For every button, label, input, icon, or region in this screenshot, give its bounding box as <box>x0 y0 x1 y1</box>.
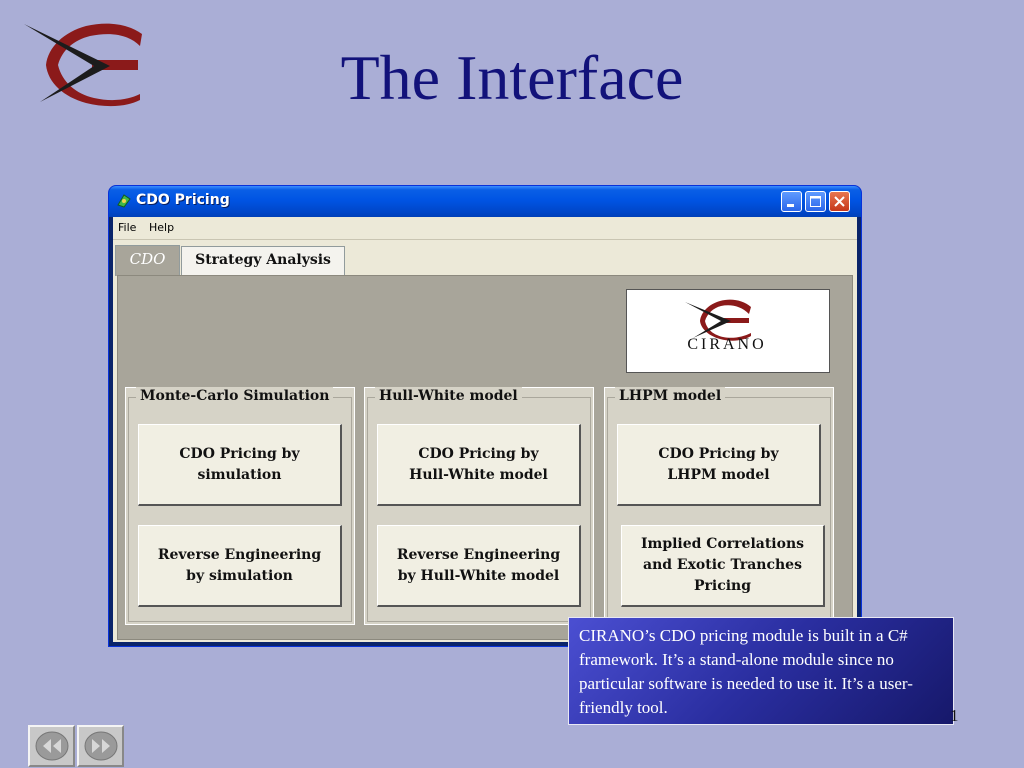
minimize-button[interactable] <box>781 191 802 212</box>
group-monte-carlo: Monte-Carlo Simulation CDO Pricing by si… <box>125 387 355 625</box>
maximize-icon <box>810 196 821 207</box>
group-lhpm: LHPM model CDO Pricing by LHPM model Imp… <box>604 387 834 625</box>
rewind-icon <box>35 731 69 761</box>
close-button[interactable] <box>829 191 850 212</box>
window-titlebar[interactable]: CDO Pricing <box>109 186 861 217</box>
group-title: Monte-Carlo Simulation <box>136 387 334 405</box>
slide-title: The Interface <box>340 42 684 113</box>
next-slide-button[interactable] <box>77 725 124 767</box>
implied-correlations-button[interactable]: Implied Correlations and Exotic Tranches… <box>621 525 825 607</box>
window-title: CDO Pricing <box>136 192 230 208</box>
tab-cdo[interactable]: CDO <box>115 245 180 276</box>
reverse-engineering-hull-white-button[interactable]: Reverse Engineering by Hull-White model <box>377 525 581 607</box>
menu-bar: File Help <box>113 217 857 240</box>
window-client: File Help CDO Strategy Analysis CIRANO M… <box>113 217 857 642</box>
menu-help[interactable]: Help <box>149 221 174 234</box>
minimize-icon <box>787 204 794 207</box>
maximize-button[interactable] <box>805 191 826 212</box>
cirano-logo-text: CIRANO <box>687 336 766 353</box>
app-window: CDO Pricing File Help CDO Strategy Analy… <box>109 186 861 646</box>
cdo-pricing-lhpm-button[interactable]: CDO Pricing by LHPM model <box>617 424 821 506</box>
tab-strategy-analysis[interactable]: Strategy Analysis <box>181 246 345 275</box>
annotation-box: CIRANO’s CDO pricing module is built in … <box>568 617 954 725</box>
cdo-pricing-simulation-button[interactable]: CDO Pricing by simulation <box>138 424 342 506</box>
close-icon <box>834 196 845 207</box>
page-number: 1 <box>950 706 959 725</box>
reverse-engineering-simulation-button[interactable]: Reverse Engineering by simulation <box>138 525 342 607</box>
app-icon <box>116 193 132 209</box>
cdo-pricing-hull-white-button[interactable]: CDO Pricing by Hull-White model <box>377 424 581 506</box>
group-title: Hull-White model <box>375 387 522 405</box>
group-hull-white: Hull-White model CDO Pricing by Hull-Whi… <box>364 387 594 625</box>
tab-panel-cdo: CIRANO Monte-Carlo Simulation CDO Pricin… <box>117 275 853 640</box>
group-title: LHPM model <box>615 387 726 405</box>
previous-slide-button[interactable] <box>28 725 75 767</box>
menu-file[interactable]: File <box>118 221 136 234</box>
cirano-logo: CIRANO <box>626 289 830 373</box>
fast-forward-icon <box>84 731 118 761</box>
